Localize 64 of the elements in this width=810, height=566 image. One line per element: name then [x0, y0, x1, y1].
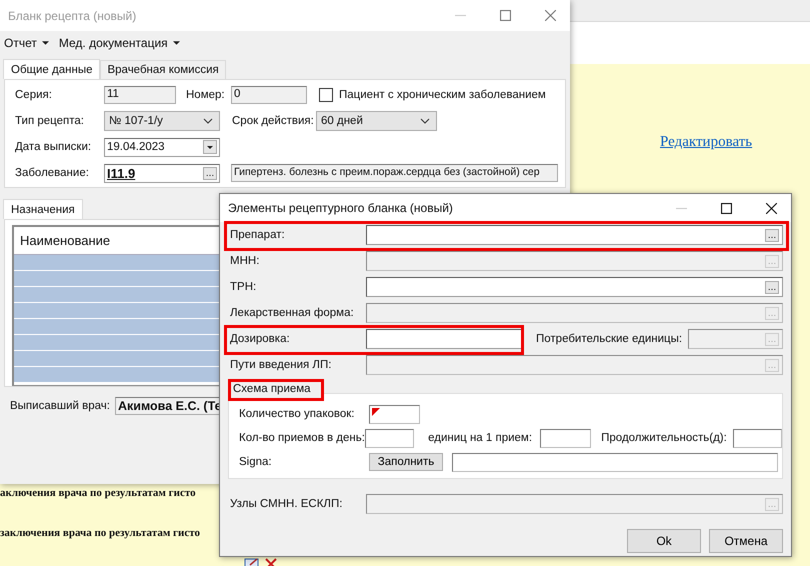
disease-description-field[interactable]: Гипертенз. болезнь с преим.пораж.сердца без (застойной) сер	[231, 164, 558, 182]
field-label: Дата выписки:	[15, 141, 92, 153]
window-title: Элементы рецептурного бланка (новый)	[228, 201, 453, 215]
browse-button[interactable]: ...	[765, 228, 779, 242]
field-label: Заболевание:	[15, 167, 90, 179]
field-label: Signa:	[239, 456, 273, 468]
tab[interactable]: Назначения	[3, 199, 83, 219]
lookup-field[interactable]: ...	[366, 225, 783, 245]
field-label: Узлы СМНН. ЕСКЛП:	[229, 498, 344, 510]
maximize-icon[interactable]	[721, 202, 732, 214]
input-field[interactable]	[540, 428, 592, 448]
checkbox[interactable]	[319, 88, 333, 102]
edit-link[interactable]: Редактировать	[660, 134, 752, 151]
field-label: МНН:	[229, 255, 260, 267]
series-field[interactable]: 11	[104, 86, 176, 104]
input-field[interactable]	[732, 428, 782, 448]
field-label: Дозировка:	[229, 333, 291, 345]
field-label: Количество упаковок:	[239, 408, 356, 420]
checkbox-label: Пациент с хроническим заболеванием	[339, 89, 546, 101]
page-text: аключения врача по результатам гисто	[0, 487, 196, 499]
caret-icon	[172, 41, 180, 45]
fill-button[interactable]: Заполнить	[369, 453, 443, 471]
cancel-button[interactable]: Отмена	[709, 529, 783, 553]
tab[interactable]: Врачебная комиссия	[100, 60, 226, 79]
date-field[interactable]: 19.04.2023	[104, 138, 220, 156]
field-label: Лекарственная форма:	[229, 307, 355, 319]
menu-item[interactable]: Мед. документация	[58, 36, 180, 50]
number-field[interactable]: 0	[231, 86, 307, 104]
field-label: Серия:	[15, 89, 53, 101]
page-text: заключения врача по результатам гисто	[0, 527, 200, 539]
field-label: единиц на 1 прием:	[428, 432, 532, 444]
menu-item[interactable]: Отчет	[4, 36, 49, 50]
field-label: ТРН:	[229, 281, 258, 293]
field-label: Продолжительность(д):	[601, 432, 727, 444]
error-marker-icon	[372, 408, 380, 416]
close-icon[interactable]	[766, 202, 777, 214]
field-label: Пути введения ЛП:	[229, 359, 332, 371]
browse-button[interactable]: ...	[765, 280, 779, 294]
field-label: Выписавший врач:	[10, 400, 111, 412]
lookup-field[interactable]: ...	[366, 277, 783, 297]
window-title: Бланк рецепта (новый)	[8, 8, 136, 22]
chevron-down-icon	[203, 118, 213, 124]
validity-dropdown[interactable]: 60 дней	[316, 111, 437, 131]
delete-icon[interactable]	[264, 558, 278, 566]
field-label: Срок действия:	[232, 115, 315, 127]
ok-button[interactable]: Ok	[627, 529, 701, 553]
dosage-field[interactable]	[366, 329, 524, 349]
caret-icon	[42, 41, 49, 45]
calendar-dropdown-button[interactable]	[203, 140, 217, 154]
field-label: Препарат:	[229, 229, 286, 241]
field-label: Номер:	[186, 89, 226, 101]
browse-button[interactable]: ...	[203, 166, 217, 180]
edit-icon[interactable]	[244, 558, 260, 566]
signa-field[interactable]	[452, 452, 778, 472]
input-field[interactable]	[364, 428, 414, 448]
field-label: Тип рецепта:	[15, 115, 85, 127]
input-field[interactable]	[369, 404, 420, 424]
field-label: Потребительские единицы:	[536, 333, 682, 345]
tab[interactable]: Общие данные	[3, 59, 100, 79]
chevron-down-icon	[420, 118, 430, 124]
group-title: Схема приема	[228, 379, 324, 401]
recipe-type-dropdown[interactable]: № 107-1/у	[104, 111, 220, 131]
disease-code-field[interactable]: I11.9 ...	[104, 164, 220, 182]
field-label: Кол-во приемов в день:	[239, 432, 365, 444]
